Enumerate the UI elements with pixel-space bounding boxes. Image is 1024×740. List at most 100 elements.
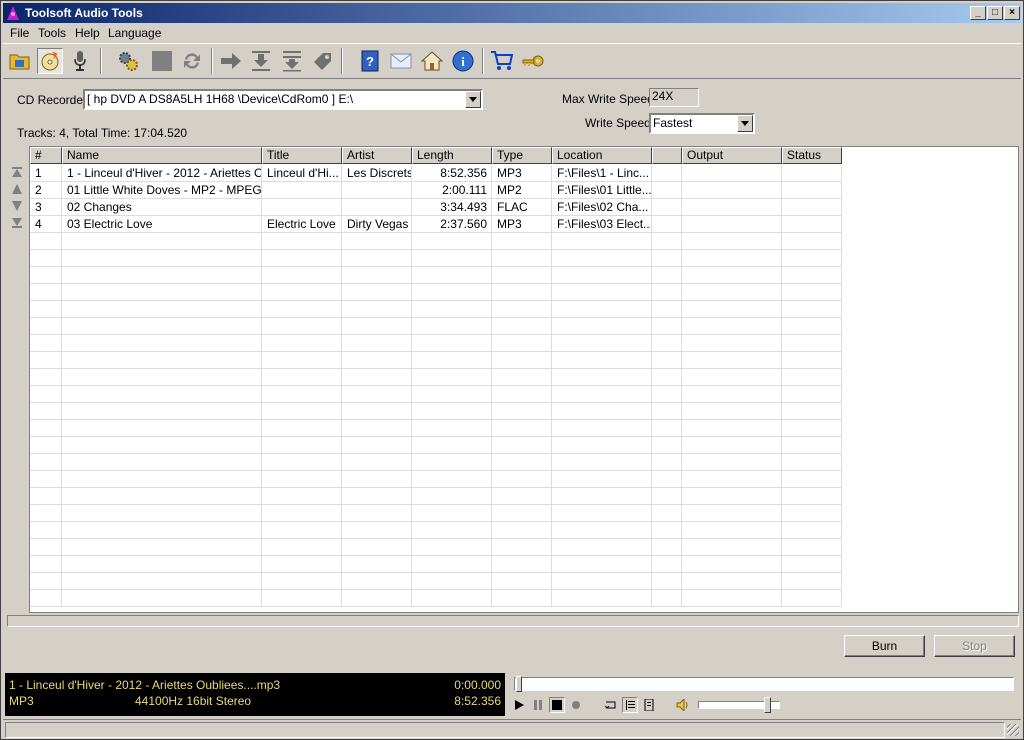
- table-cell[interactable]: FLAC: [492, 199, 552, 216]
- repeat-icon[interactable]: [603, 697, 619, 713]
- table-cell[interactable]: [652, 216, 682, 233]
- table-cell[interactable]: 3: [30, 199, 62, 216]
- table-cell[interactable]: [262, 199, 342, 216]
- move-to-bottom-icon[interactable]: [9, 215, 25, 231]
- menu-help[interactable]: Help: [75, 26, 100, 40]
- table-cell[interactable]: Les Discrets: [342, 165, 412, 182]
- table-cell[interactable]: 3:34.493: [412, 199, 492, 216]
- move-down-icon[interactable]: [9, 198, 25, 214]
- table-cell[interactable]: [342, 199, 412, 216]
- list-view-icon[interactable]: [641, 697, 657, 713]
- table-cell[interactable]: 4: [30, 216, 62, 233]
- table-cell[interactable]: 03 Electric Love: [62, 216, 262, 233]
- column-header-col-location[interactable]: Location: [552, 147, 652, 164]
- table-cell[interactable]: [782, 199, 842, 216]
- playlist-icon[interactable]: [622, 697, 638, 713]
- write-speed-select[interactable]: Fastest: [649, 113, 755, 134]
- pause-icon[interactable]: [530, 697, 546, 713]
- column-header-col-name[interactable]: Name: [62, 147, 262, 164]
- forward-arrow-icon[interactable]: [218, 48, 244, 74]
- home-icon[interactable]: [419, 48, 445, 74]
- table-cell[interactable]: 1: [30, 165, 62, 182]
- chevron-down-icon[interactable]: [737, 115, 753, 132]
- table-cell[interactable]: [262, 182, 342, 199]
- shopping-cart-icon[interactable]: [489, 48, 515, 74]
- table-cell[interactable]: Dirty Vegas: [342, 216, 412, 233]
- column-header-col-type[interactable]: Type: [492, 147, 552, 164]
- column-header-col-status[interactable]: Status: [782, 147, 842, 164]
- column-header-col-output[interactable]: Output: [682, 147, 782, 164]
- column-header-col-title[interactable]: Title: [262, 147, 342, 164]
- volume-icon[interactable]: [675, 697, 691, 713]
- chevron-down-icon[interactable]: [465, 91, 481, 108]
- seek-slider[interactable]: [514, 676, 1014, 692]
- maximize-button[interactable]: □: [987, 6, 1003, 20]
- seek-slider-thumb[interactable]: [516, 676, 522, 692]
- table-cell[interactable]: 1 - Linceul d'Hiver - 2012 - Ariettes Ou…: [62, 165, 262, 182]
- move-up-icon[interactable]: [9, 181, 25, 197]
- table-cell[interactable]: MP3: [492, 165, 552, 182]
- table-cell[interactable]: F:\Files\01 Little...: [552, 182, 652, 199]
- help-book-icon[interactable]: ?: [357, 48, 383, 74]
- burn-button[interactable]: Burn: [844, 635, 925, 657]
- horizontal-scrollbar[interactable]: [7, 615, 1019, 627]
- table-cell[interactable]: [682, 182, 782, 199]
- empty-table-cell: [652, 318, 682, 335]
- table-cell[interactable]: MP2: [492, 182, 552, 199]
- column-header-col-artist[interactable]: Artist: [342, 147, 412, 164]
- table-cell[interactable]: [342, 182, 412, 199]
- table-cell[interactable]: [782, 165, 842, 182]
- table-cell[interactable]: [682, 216, 782, 233]
- split-down-icon[interactable]: [279, 48, 305, 74]
- table-cell[interactable]: 8:52.356: [412, 165, 492, 182]
- menu-tools[interactable]: Tools: [38, 26, 66, 40]
- convert-arrows-icon[interactable]: [179, 48, 205, 74]
- mail-icon[interactable]: [388, 48, 414, 74]
- table-cell[interactable]: F:\Files\1 - Linc...: [552, 165, 652, 182]
- table-cell[interactable]: 2: [30, 182, 62, 199]
- table-cell[interactable]: 2:37.560: [412, 216, 492, 233]
- table-cell[interactable]: [682, 199, 782, 216]
- volume-slider-thumb[interactable]: [763, 697, 771, 713]
- column-header-col-number[interactable]: #: [30, 147, 62, 164]
- menu-language[interactable]: Language: [108, 26, 161, 40]
- column-header-col-blank[interactable]: [652, 147, 682, 164]
- volume-slider[interactable]: [698, 697, 780, 713]
- table-cell[interactable]: F:\Files\02 Cha...: [552, 199, 652, 216]
- table-cell[interactable]: 02 Changes: [62, 199, 262, 216]
- record-icon[interactable]: [568, 697, 584, 713]
- table-cell[interactable]: MP3: [492, 216, 552, 233]
- table-cell[interactable]: Electric Love: [262, 216, 342, 233]
- stop-square-icon[interactable]: [149, 48, 175, 74]
- minimize-button[interactable]: _: [970, 6, 986, 20]
- column-header-col-length[interactable]: Length: [412, 147, 492, 164]
- open-folder-icon[interactable]: [7, 48, 33, 74]
- table-cell[interactable]: 2:00.111: [412, 182, 492, 199]
- info-icon[interactable]: i: [450, 48, 476, 74]
- stop-icon[interactable]: [549, 697, 565, 713]
- tag-icon[interactable]: [309, 48, 335, 74]
- stop-button[interactable]: Stop: [934, 635, 1015, 657]
- burn-disc-icon[interactable]: [37, 48, 63, 74]
- table-cell[interactable]: 01 Little White Doves - MP2 - MPEG ...: [62, 182, 262, 199]
- table-cell[interactable]: [652, 182, 682, 199]
- cd-recorder-select[interactable]: [ hp DVD A DS8A5LH 1H68 \Device\CdRom0 ]…: [83, 89, 483, 110]
- table-cell[interactable]: F:\Files\03 Elect...: [552, 216, 652, 233]
- resize-grip[interactable]: [1007, 724, 1019, 736]
- table-cell[interactable]: [652, 199, 682, 216]
- join-down-icon[interactable]: [248, 48, 274, 74]
- microphone-icon[interactable]: [67, 48, 93, 74]
- play-icon[interactable]: [511, 697, 527, 713]
- tracks-table[interactable]: # Name Title Artist Length Type Location Output…: [29, 146, 1019, 613]
- key-icon[interactable]: [520, 48, 546, 74]
- empty-table-cell: [682, 420, 782, 437]
- table-cell[interactable]: [652, 165, 682, 182]
- table-cell[interactable]: Linceul d'Hi...: [262, 165, 342, 182]
- table-cell[interactable]: [782, 216, 842, 233]
- table-cell[interactable]: [782, 182, 842, 199]
- move-to-top-icon[interactable]: [9, 164, 25, 180]
- table-cell[interactable]: [682, 165, 782, 182]
- settings-gears-icon[interactable]: [115, 48, 141, 74]
- menu-file[interactable]: File: [10, 26, 29, 40]
- close-button[interactable]: ×: [1004, 6, 1020, 20]
